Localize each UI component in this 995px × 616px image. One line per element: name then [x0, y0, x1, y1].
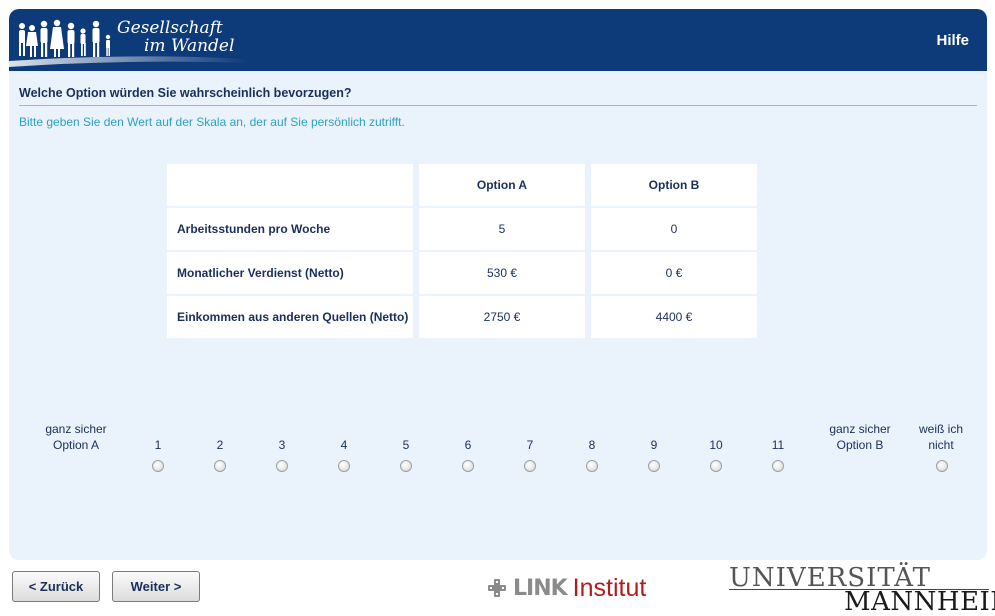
scale-point-label: 2: [216, 438, 224, 452]
question-divider: [19, 105, 977, 106]
table-row-label: Monatlicher Verdienst (Netto): [167, 252, 413, 294]
link-cross-icon: [488, 579, 506, 597]
survey-frame: Gesellschaft im Wandel Hilfe Welche Opti…: [9, 9, 987, 560]
scale-radio-6[interactable]: [462, 460, 474, 472]
scale-point-label: 1: [154, 438, 162, 452]
help-link[interactable]: Hilfe: [936, 32, 969, 49]
scale-point-label: 3: [278, 438, 286, 452]
scale-point-label: 6: [464, 438, 472, 452]
header-divider: [9, 71, 987, 74]
table-cell-option-a: 5: [419, 208, 585, 250]
scale-point-label: 11: [771, 438, 785, 452]
table-header-option-b: Option B: [591, 164, 757, 206]
scale-radio-10[interactable]: [710, 460, 722, 472]
uni-line-2: MANNHEIM: [844, 587, 995, 616]
rating-scale: ganz sicher Option A ganz sicher Option …: [9, 419, 987, 479]
scale-radio-1[interactable]: [152, 460, 164, 472]
link-wordmark: LINK: [513, 575, 568, 601]
scale-radio-11[interactable]: [772, 460, 784, 472]
scale-point-label: 7: [526, 438, 534, 452]
scale-radio-5[interactable]: [400, 460, 412, 472]
scale-point-label: 9: [650, 438, 658, 452]
gesellschaft-im-wandel-logo: Gesellschaft im Wandel: [9, 9, 249, 71]
table-header-empty: [167, 164, 413, 206]
question-instruction: Bitte geben Sie den Wert auf der Skala a…: [19, 115, 405, 129]
logo-line-1: Gesellschaft: [117, 18, 223, 38]
table-cell-option-a: 530 €: [419, 252, 585, 294]
back-button[interactable]: < Zurück: [12, 571, 100, 602]
table-row-label: Arbeitsstunden pro Woche: [167, 208, 413, 250]
scale-radio-7[interactable]: [524, 460, 536, 472]
link-institut-text: Institut: [572, 573, 647, 602]
scale-radio-dont-know[interactable]: [936, 460, 948, 472]
table-header-option-a: Option A: [419, 164, 585, 206]
table-cell-option-a: 2750 €: [419, 296, 585, 338]
scale-radio-3[interactable]: [276, 460, 288, 472]
scale-radio-8[interactable]: [586, 460, 598, 472]
next-button[interactable]: Weiter >: [112, 571, 200, 602]
universitaet-mannheim-logo: UNIVERSITÄT MANNHEIM: [729, 563, 995, 616]
scale-point-label: 10: [709, 438, 723, 452]
table-cell-option-b: 0: [591, 208, 757, 250]
scale-right-label: ganz sicher Option B: [829, 422, 891, 452]
link-institut-logo: LINK Institut: [487, 574, 646, 602]
table-cell-option-b: 0 €: [591, 252, 757, 294]
scale-radio-4[interactable]: [338, 460, 350, 472]
logo-text: Gesellschaft im Wandel: [117, 19, 234, 55]
scale-radio-2[interactable]: [214, 460, 226, 472]
scale-dont-know-label: weiß ich nicht: [918, 422, 963, 452]
scale-radio-9[interactable]: [648, 460, 660, 472]
table-cell-option-b: 4400 €: [591, 296, 757, 338]
scale-point-label: 8: [588, 438, 596, 452]
scale-point-label: 5: [402, 438, 410, 452]
header-bar: Gesellschaft im Wandel Hilfe: [9, 9, 987, 74]
logo-line-2: im Wandel: [144, 36, 235, 56]
question-title: Welche Option würden Sie wahrscheinlich …: [19, 86, 352, 100]
table-row-label: Einkommen aus anderen Quellen (Netto): [167, 296, 413, 338]
scale-point-label: 4: [340, 438, 348, 452]
scale-left-label: ganz sicher Option A: [45, 422, 107, 452]
